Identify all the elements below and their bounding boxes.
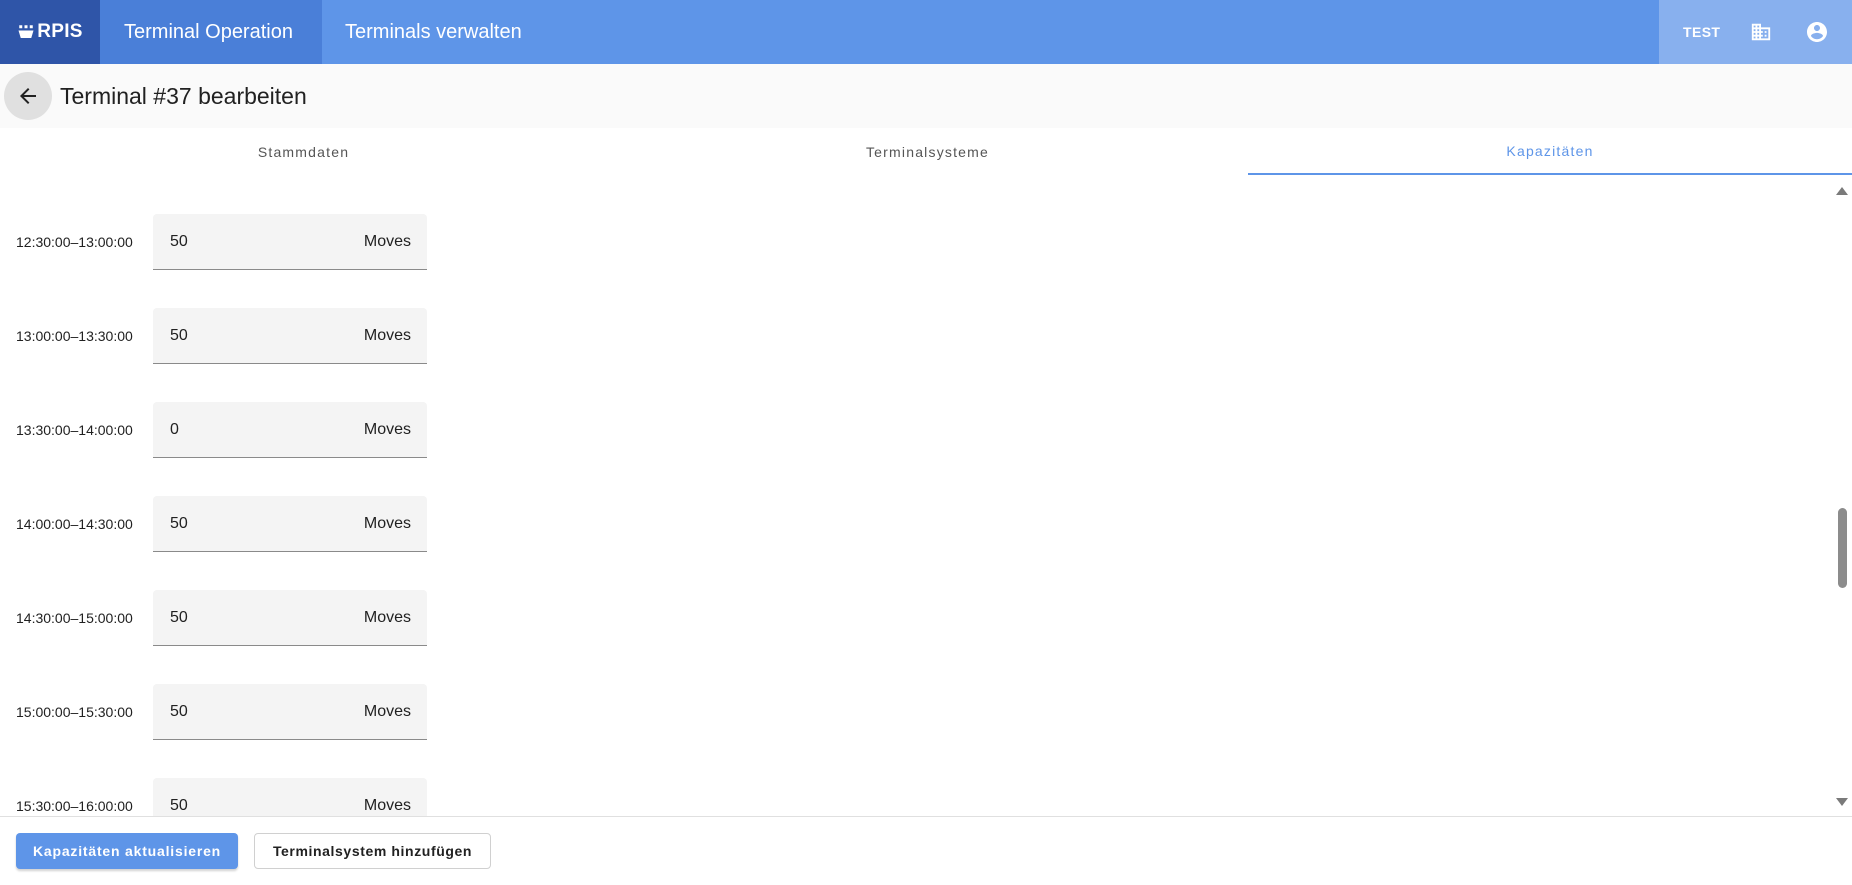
capacity-input[interactable]: 50 Moves	[153, 778, 427, 816]
capacity-input[interactable]: 50 Moves	[153, 684, 427, 740]
add-terminal-system-button[interactable]: Terminalsystem hinzufügen	[254, 833, 491, 869]
time-slot-label: 14:30:00–15:00:00	[16, 610, 133, 626]
capacity-value[interactable]: 50	[170, 703, 364, 721]
nav-terminals-verwalten[interactable]: Terminals verwalten	[322, 0, 546, 64]
time-slot-label: 12:30:00–13:00:00	[16, 234, 133, 250]
nav-terminal-operation-label: Terminal Operation	[124, 20, 293, 43]
capacity-value[interactable]: 50	[170, 327, 364, 345]
scrollbar-thumb[interactable]	[1838, 508, 1847, 588]
app-logo[interactable]: RPIS	[0, 0, 100, 64]
capacity-row: 13:30:00–14:00:00 0 Moves	[0, 402, 427, 458]
action-footer: Kapazitäten aktualisieren Terminalsystem…	[0, 816, 1852, 885]
capacity-row: 15:00:00–15:30:00 50 Moves	[0, 684, 427, 740]
capacity-value[interactable]: 50	[170, 609, 364, 627]
capacity-row: 12:30:00–13:00:00 50 Moves	[0, 214, 427, 270]
back-button[interactable]	[4, 72, 52, 120]
capacity-unit: Moves	[363, 702, 411, 720]
topbar-actions: TEST	[1659, 0, 1852, 64]
vertical-scrollbar[interactable]	[1832, 176, 1852, 816]
time-slot-label: 13:00:00–13:30:00	[16, 328, 133, 344]
tab-stammdaten[interactable]: Stammdaten	[0, 128, 607, 175]
environment-badge: TEST	[1683, 24, 1721, 40]
capacity-input[interactable]: 50 Moves	[153, 214, 427, 270]
page-header: Terminal #37 bearbeiten	[0, 64, 1852, 128]
time-slot-label: 14:00:00–14:30:00	[16, 516, 133, 532]
logo-text: RPIS	[37, 21, 83, 42]
tab-bar: Stammdaten Terminalsysteme Kapazitäten	[0, 128, 1852, 176]
update-capacities-button[interactable]: Kapazitäten aktualisieren	[16, 833, 238, 869]
tab-kapazitaeten[interactable]: Kapazitäten	[1248, 128, 1852, 175]
account-circle-icon[interactable]	[1805, 20, 1829, 44]
capacity-value[interactable]: 50	[170, 233, 364, 251]
capacity-unit: Moves	[363, 326, 411, 344]
capacity-input[interactable]: 50 Moves	[153, 496, 427, 552]
capacity-row: 14:00:00–14:30:00 50 Moves	[0, 496, 427, 552]
capacity-input[interactable]: 0 Moves	[153, 402, 427, 458]
tab-terminalsysteme-label: Terminalsysteme	[865, 143, 990, 160]
capacity-value[interactable]: 0	[170, 421, 364, 439]
capacity-unit: Moves	[363, 608, 411, 626]
building-icon[interactable]	[1749, 20, 1773, 44]
capacity-unit: Moves	[363, 514, 411, 532]
capacity-row: 15:30:00–16:00:00 50 Moves	[0, 778, 427, 816]
scroll-up-arrow-icon[interactable]	[1836, 187, 1848, 195]
arrow-left-icon	[20, 88, 36, 104]
capacity-value[interactable]: 50	[170, 515, 364, 533]
capacity-unit: Moves	[363, 420, 411, 438]
time-slot-label: 15:00:00–15:30:00	[16, 704, 133, 720]
top-app-bar: RPIS Terminal Operation Terminals verwal…	[0, 0, 1852, 64]
capacity-input[interactable]: 50 Moves	[153, 308, 427, 364]
nav-terminals-verwalten-label: Terminals verwalten	[345, 20, 522, 43]
tab-kapazitaeten-label: Kapazitäten	[1506, 142, 1594, 159]
scroll-down-arrow-icon[interactable]	[1836, 798, 1848, 806]
capacity-value[interactable]: 50	[170, 797, 364, 815]
ship-icon	[18, 25, 34, 38]
tab-terminalsysteme[interactable]: Terminalsysteme	[607, 128, 1248, 175]
capacities-panel: 12:30:00–13:00:00 50 Moves 13:00:00–13:3…	[0, 176, 1852, 816]
capacity-row: 13:00:00–13:30:00 50 Moves	[0, 308, 427, 364]
tab-stammdaten-label: Stammdaten	[257, 143, 350, 160]
capacity-input[interactable]: 50 Moves	[153, 590, 427, 646]
capacity-unit: Moves	[363, 232, 411, 250]
time-slot-label: 15:30:00–16:00:00	[16, 798, 133, 814]
page-title: Terminal #37 bearbeiten	[60, 82, 307, 109]
nav-terminal-operation[interactable]: Terminal Operation	[100, 0, 322, 64]
capacity-row: 14:30:00–15:00:00 50 Moves	[0, 590, 427, 646]
time-slot-label: 13:30:00–14:00:00	[16, 422, 133, 438]
capacity-unit: Moves	[363, 796, 411, 814]
